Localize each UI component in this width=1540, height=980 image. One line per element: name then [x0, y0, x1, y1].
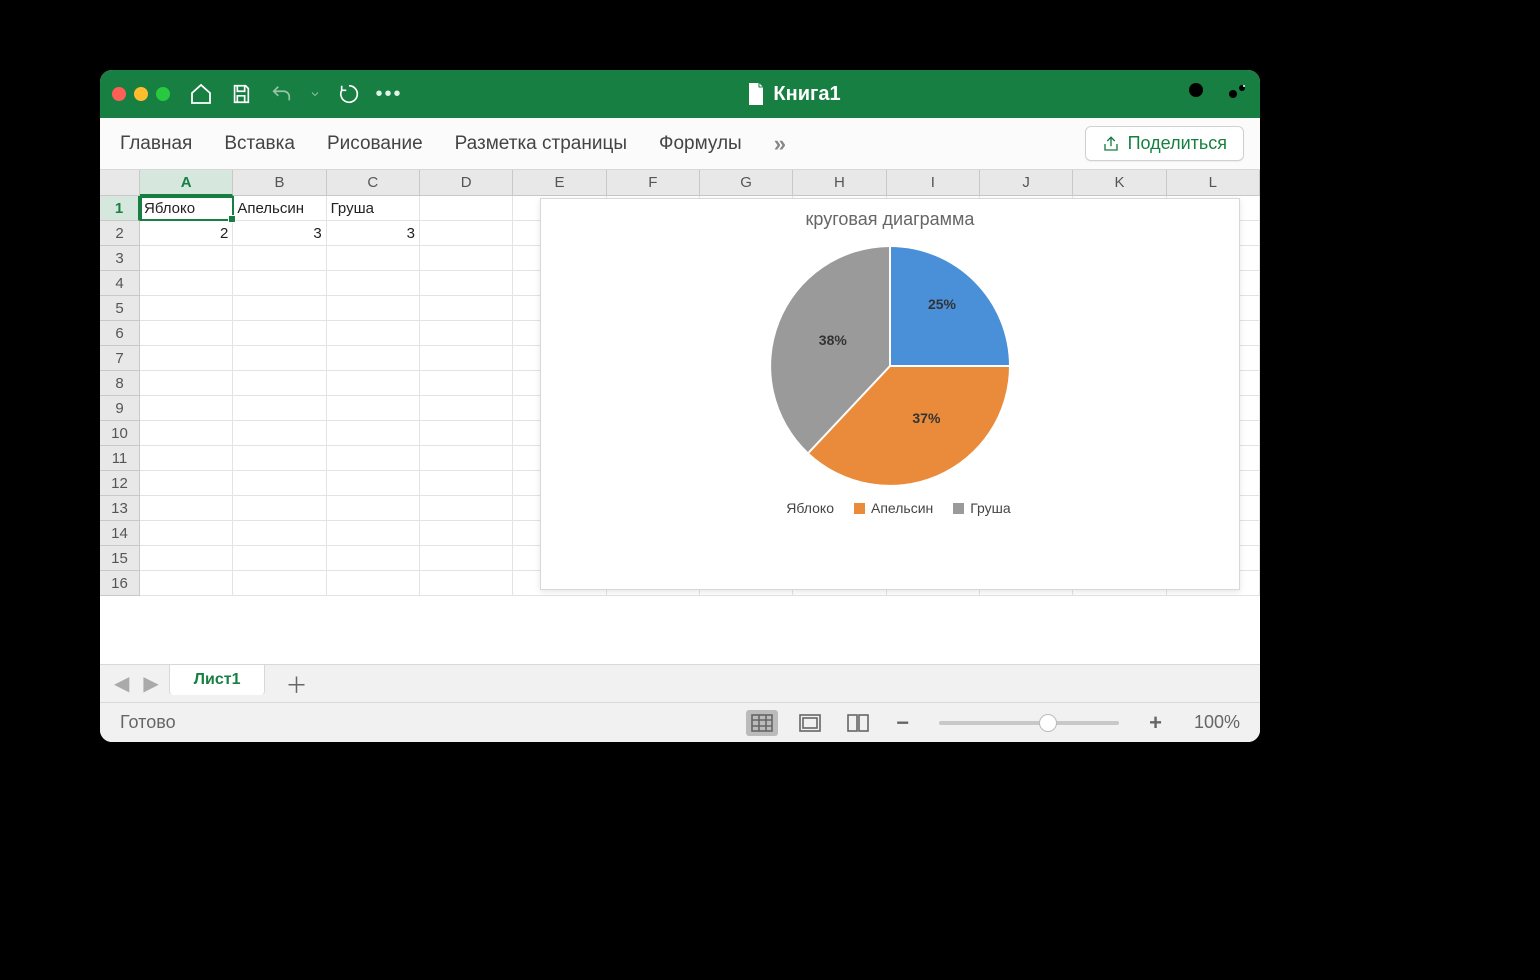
row-headers: 1 2 3 4 5 6 7 8 9 10 11 12 13 14 15 16: [100, 196, 140, 596]
row-header-10[interactable]: 10: [100, 421, 140, 446]
view-normal-icon[interactable]: [746, 710, 778, 736]
cell-A3[interactable]: [140, 246, 233, 271]
cell-D2[interactable]: [420, 221, 513, 246]
pie-label-1: 25%: [928, 296, 956, 312]
app-window: ••• Книга1 Главная Вставка Рисование Раз…: [100, 70, 1260, 742]
ribbon-more[interactable]: »: [774, 131, 786, 157]
col-header-A[interactable]: A: [140, 170, 233, 196]
pie-label-3: 38%: [819, 332, 847, 348]
col-header-E[interactable]: E: [513, 170, 606, 196]
undo-dropdown-icon[interactable]: [308, 81, 322, 107]
fullscreen-window[interactable]: [156, 87, 170, 101]
cell-C1[interactable]: Груша: [327, 196, 420, 221]
window-controls: [112, 87, 170, 101]
minimize-window[interactable]: [134, 87, 148, 101]
share-label: Поделиться: [1128, 133, 1227, 154]
titlebar: ••• Книга1: [100, 70, 1260, 118]
search-icon[interactable]: [1186, 80, 1210, 109]
chart-title: круговая диаграмма: [806, 209, 975, 230]
save-icon[interactable]: [228, 81, 254, 107]
more-icon[interactable]: •••: [376, 81, 402, 107]
ribbon-tab-home[interactable]: Главная: [120, 129, 192, 159]
cell-C2[interactable]: 3: [327, 221, 420, 246]
column-headers: A B C D E F G H I J K L: [140, 170, 1260, 196]
cell-B2[interactable]: 3: [233, 221, 326, 246]
zoom-slider[interactable]: [939, 721, 1119, 725]
close-window[interactable]: [112, 87, 126, 101]
pie-graphic: 25% 37% 38%: [760, 236, 1020, 496]
row-header-6[interactable]: 6: [100, 321, 140, 346]
row-header-11[interactable]: 11: [100, 446, 140, 471]
row-header-14[interactable]: 14: [100, 521, 140, 546]
sheet-nav-prev[interactable]: ◀: [110, 671, 133, 696]
titlebar-left-icons: •••: [188, 81, 402, 107]
chart-legend: Яблоко Апельсин Груша: [769, 500, 1010, 516]
col-header-J[interactable]: J: [980, 170, 1073, 196]
col-header-K[interactable]: K: [1073, 170, 1166, 196]
zoom-in-button[interactable]: +: [1143, 710, 1168, 736]
status-bar: Готово − + 100%: [100, 702, 1260, 742]
zoom-out-button[interactable]: −: [890, 710, 915, 736]
redo-icon[interactable]: [336, 81, 362, 107]
col-header-F[interactable]: F: [607, 170, 700, 196]
col-header-G[interactable]: G: [700, 170, 793, 196]
ribbon: Главная Вставка Рисование Разметка стран…: [100, 118, 1260, 170]
pie-chart[interactable]: круговая диаграмма 25% 37% 38%: [540, 198, 1240, 590]
sheet-nav-next[interactable]: ▶: [139, 671, 162, 696]
spreadsheet-grid[interactable]: A B C D E F G H I J K L 1 2 3 4 5 6 7 8 …: [100, 170, 1260, 664]
row-header-1[interactable]: 1: [100, 196, 140, 221]
row-header-13[interactable]: 13: [100, 496, 140, 521]
cell-A2[interactable]: 2: [140, 221, 233, 246]
share-button[interactable]: Поделиться: [1085, 126, 1244, 161]
col-header-H[interactable]: H: [793, 170, 886, 196]
row-header-16[interactable]: 16: [100, 571, 140, 596]
row-header-4[interactable]: 4: [100, 271, 140, 296]
row-header-7[interactable]: 7: [100, 346, 140, 371]
col-header-L[interactable]: L: [1167, 170, 1260, 196]
titlebar-right-icons: [1186, 80, 1248, 109]
sheet-tab-bar: ◀ ▶ Лист1 ＋: [100, 664, 1260, 702]
legend-item-1: Яблоко: [786, 500, 834, 516]
pie-label-2: 37%: [912, 410, 940, 426]
row-header-2[interactable]: 2: [100, 221, 140, 246]
view-pagelayout-icon[interactable]: [794, 710, 826, 736]
view-pagebreak-icon[interactable]: [842, 710, 874, 736]
cell-A1[interactable]: Яблоко: [140, 196, 233, 221]
document-title: Книга1: [402, 83, 1186, 106]
col-header-C[interactable]: C: [327, 170, 420, 196]
row-header-8[interactable]: 8: [100, 371, 140, 396]
home-icon[interactable]: [188, 81, 214, 107]
ribbon-tab-pagelayout[interactable]: Разметка страницы: [455, 129, 627, 159]
legend-item-3: Груша: [970, 500, 1010, 516]
undo-icon[interactable]: [268, 81, 294, 107]
row-header-5[interactable]: 5: [100, 296, 140, 321]
col-header-B[interactable]: B: [233, 170, 326, 196]
legend-item-2: Апельсин: [871, 500, 933, 516]
add-sheet-button[interactable]: ＋: [271, 668, 321, 700]
sheet-tab-active[interactable]: Лист1: [169, 664, 266, 695]
ribbon-tab-insert[interactable]: Вставка: [224, 129, 295, 159]
row-header-15[interactable]: 15: [100, 546, 140, 571]
select-all-corner[interactable]: [100, 170, 140, 196]
ribbon-tab-formulas[interactable]: Формулы: [659, 129, 742, 159]
document-icon: [747, 83, 765, 105]
share-icon: [1102, 135, 1120, 153]
row-header-12[interactable]: 12: [100, 471, 140, 496]
zoom-level[interactable]: 100%: [1184, 712, 1240, 733]
row-header-9[interactable]: 9: [100, 396, 140, 421]
zoom-thumb[interactable]: [1039, 714, 1057, 732]
cell-B1[interactable]: Апельсин: [233, 196, 326, 221]
title-text: Книга1: [773, 83, 840, 106]
ribbon-tab-draw[interactable]: Рисование: [327, 129, 423, 159]
cell-D1[interactable]: [420, 196, 513, 221]
col-header-D[interactable]: D: [420, 170, 513, 196]
col-header-I[interactable]: I: [887, 170, 980, 196]
coauthoring-icon[interactable]: [1224, 80, 1248, 109]
row-header-3[interactable]: 3: [100, 246, 140, 271]
status-ready: Готово: [120, 712, 176, 733]
